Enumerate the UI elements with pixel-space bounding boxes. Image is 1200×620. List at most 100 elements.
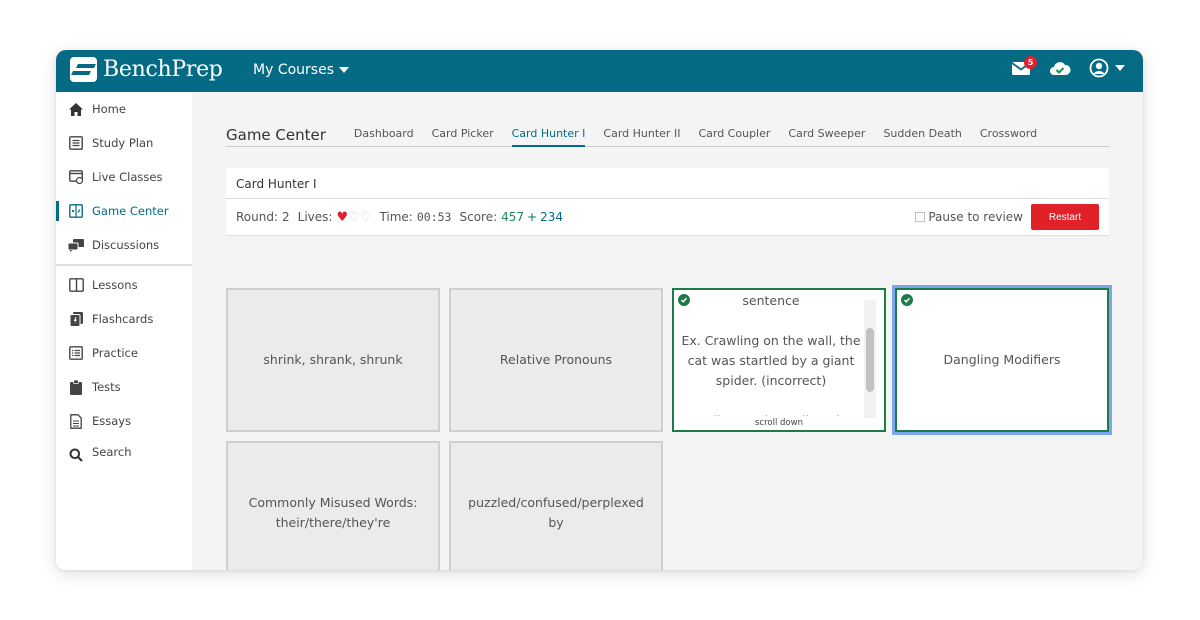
notification-badge: 5 xyxy=(1024,56,1037,69)
top-navigation-bar: BenchPrep My Courses 5 xyxy=(56,50,1143,92)
time-value: 00:53 xyxy=(416,210,452,224)
card-text-spacer xyxy=(680,311,862,331)
card-text-spacer xyxy=(680,391,862,411)
benchprep-logo-icon xyxy=(70,57,97,82)
brand-name: BenchPrep xyxy=(103,57,223,82)
sidebar-item-tests[interactable]: Tests xyxy=(56,370,192,404)
sidebar-item-game-center[interactable]: Game Center xyxy=(56,194,192,228)
essays-icon xyxy=(68,413,84,429)
user-menu-button[interactable] xyxy=(1089,58,1125,78)
game-card[interactable]: shrink, shrank, shrunk xyxy=(226,288,440,432)
card-text-line: Crawling on the wall, a giant xyxy=(680,411,862,416)
practice-icon xyxy=(68,345,84,361)
game-center-header: Game Center Dashboard Card Picker Card H… xyxy=(226,120,1109,147)
tab-crossword[interactable]: Crossword xyxy=(980,120,1037,147)
game-panel: Card Hunter I Round: 2 Lives: ♥ ♡ ♡ Time: … xyxy=(226,168,1109,236)
sidebar-item-essays[interactable]: Essays xyxy=(56,404,192,438)
main-content: Game Center Dashboard Card Picker Card H… xyxy=(192,92,1143,570)
game-status-bar: Round: 2 Lives: ♥ ♡ ♡ Time: 00:53 Score: 4… xyxy=(226,199,1109,236)
round-value: 2 xyxy=(282,210,290,224)
user-avatar-icon xyxy=(1089,58,1109,78)
discussions-icon xyxy=(68,237,84,253)
sidebar-item-home[interactable]: Home xyxy=(56,92,192,126)
round-label: Round: xyxy=(236,210,279,224)
sidebar-item-label: Lessons xyxy=(92,278,138,292)
flashcards-icon xyxy=(68,311,84,327)
my-courses-label: My Courses xyxy=(253,62,334,78)
tab-card-hunter-i[interactable]: Card Hunter I xyxy=(511,120,586,147)
time-label: Time: xyxy=(379,210,413,224)
card-scroll-content[interactable]: sentence Ex. Crawling on the wall, the c… xyxy=(680,290,862,416)
caret-down-icon xyxy=(1115,65,1125,71)
pause-to-review-toggle[interactable]: Pause to review xyxy=(915,210,1023,224)
page-title: Game Center xyxy=(226,126,326,144)
sidebar-item-lessons[interactable]: Lessons xyxy=(56,268,192,302)
lives-label: Lives: xyxy=(297,210,333,224)
sidebar-item-search[interactable]: Search xyxy=(56,438,192,472)
heart-full-icon: ♥ xyxy=(336,209,349,225)
game-card[interactable]: puzzled/confused/perplexed by xyxy=(449,441,663,570)
tab-dashboard[interactable]: Dashboard xyxy=(354,120,414,147)
card-scrollbar[interactable] xyxy=(864,300,876,420)
home-icon xyxy=(68,101,84,117)
game-card[interactable]: Relative Pronouns xyxy=(449,288,663,432)
sync-status-button[interactable] xyxy=(1049,60,1071,76)
sidebar-item-label: Study Plan xyxy=(92,136,154,150)
sidebar-item-label: Practice xyxy=(92,346,138,360)
tab-card-picker[interactable]: Card Picker xyxy=(432,120,494,147)
sidebar-item-practice[interactable]: Practice xyxy=(56,336,192,370)
sidebar-item-study-plan[interactable]: Study Plan xyxy=(56,126,192,160)
game-card-selected[interactable]: sentence Ex. Crawling on the wall, the c… xyxy=(672,288,886,432)
card-text: Dangling Modifiers xyxy=(943,352,1061,367)
score-base: 457 xyxy=(501,210,525,224)
sidebar-item-label: Search xyxy=(92,445,132,459)
card-text-line: sentence xyxy=(742,293,800,308)
sidebar-item-label: Game Center xyxy=(92,204,169,218)
cloud-check-icon xyxy=(1050,62,1071,75)
tab-card-hunter-ii[interactable]: Card Hunter II xyxy=(603,120,680,147)
check-circle-icon xyxy=(678,294,690,306)
card-text-line: Ex. Crawling on the wall, the cat was st… xyxy=(681,333,861,388)
pause-checkbox[interactable] xyxy=(915,212,926,222)
sidebar: Home Study Plan Live Classes Game Center… xyxy=(56,92,192,570)
tab-card-sweeper[interactable]: Card Sweeper xyxy=(788,120,865,147)
pause-label: Pause to review xyxy=(928,210,1023,224)
app-window: BenchPrep My Courses 5 Home Study Plan L… xyxy=(56,50,1143,570)
card-text: Commonly Misused Words: their/there/they… xyxy=(248,495,418,530)
card-text: Relative Pronouns xyxy=(499,352,613,367)
score-bonus: 234 xyxy=(540,210,564,224)
tests-icon xyxy=(68,379,84,395)
restart-button[interactable]: Restart xyxy=(1031,204,1099,230)
card-text: shrink, shrank, shrunk xyxy=(263,352,403,367)
tab-card-coupler[interactable]: Card Coupler xyxy=(698,120,770,147)
game-card-selected[interactable]: Dangling Modifiers xyxy=(895,288,1109,432)
study-plan-icon xyxy=(68,135,84,151)
score-label: Score: xyxy=(459,210,498,224)
sidebar-item-label: Essays xyxy=(92,414,132,428)
game-center-icon xyxy=(68,203,84,219)
lives-indicator: ♥ ♡ ♡ xyxy=(336,210,371,225)
card-text: puzzled/confused/perplexed by xyxy=(468,495,644,530)
sidebar-divider xyxy=(56,264,192,266)
game-title: Card Hunter I xyxy=(226,168,1109,199)
brand-logo[interactable]: BenchPrep xyxy=(70,57,223,82)
heart-empty-icon: ♡ xyxy=(359,209,372,225)
sidebar-item-discussions[interactable]: Discussions xyxy=(56,228,192,262)
tab-sudden-death[interactable]: Sudden Death xyxy=(883,120,961,147)
my-courses-dropdown[interactable]: My Courses xyxy=(253,62,349,78)
sidebar-item-flashcards[interactable]: Flashcards xyxy=(56,302,192,336)
game-card[interactable]: Commonly Misused Words: their/there/they… xyxy=(226,441,440,570)
check-circle-icon xyxy=(901,294,913,306)
card-scrollbar-thumb[interactable] xyxy=(866,328,874,392)
sidebar-item-label: Flashcards xyxy=(92,312,154,326)
notifications-button[interactable]: 5 xyxy=(1011,56,1037,76)
score-plus: + xyxy=(527,210,538,224)
sidebar-item-label: Tests xyxy=(92,380,121,394)
sidebar-item-label: Home xyxy=(92,102,126,116)
sidebar-item-label: Discussions xyxy=(92,238,160,252)
caret-down-icon xyxy=(339,67,349,73)
sidebar-item-label: Live Classes xyxy=(92,170,163,184)
lessons-icon xyxy=(68,277,84,293)
sidebar-item-live-classes[interactable]: Live Classes xyxy=(56,160,192,194)
scroll-down-hint: scroll down xyxy=(674,418,884,428)
